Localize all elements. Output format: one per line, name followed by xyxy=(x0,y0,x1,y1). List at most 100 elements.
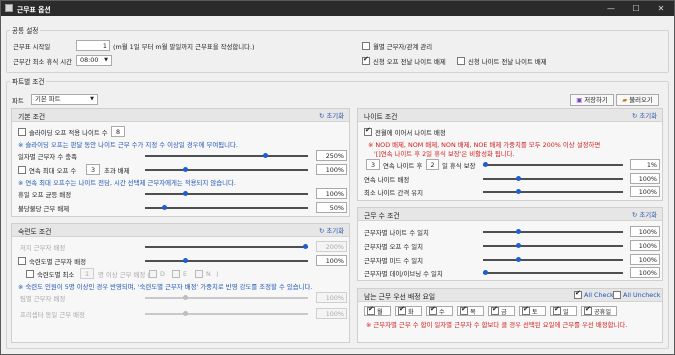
preceptor-value[interactable]: 100% xyxy=(316,308,347,319)
consec-night-value[interactable]: 100% xyxy=(630,173,660,184)
slider-thumb[interactable] xyxy=(516,176,521,181)
prev-night-night-checkbox[interactable] xyxy=(457,57,465,65)
guarantee-value[interactable]: 1% xyxy=(630,159,660,170)
newbie-assign-value[interactable]: 100% xyxy=(316,292,347,303)
skilled-min-checkbox[interactable] xyxy=(26,270,34,278)
slider-thumb[interactable] xyxy=(303,244,308,249)
monthly-manage-checkbox[interactable] xyxy=(362,42,370,50)
mon-checkbox[interactable] xyxy=(367,305,375,315)
day-chip-sun[interactable]: 일 xyxy=(550,305,577,316)
skilled-assign-slider[interactable] xyxy=(145,258,308,263)
preceptor-slider[interactable] xyxy=(145,311,308,316)
work-reset-button[interactable]: ↻ 초기화 xyxy=(632,210,657,219)
consec-off-slider[interactable] xyxy=(145,167,308,172)
slider-thumb[interactable] xyxy=(183,295,188,300)
prev-off-night-checkbox[interactable] xyxy=(362,55,370,65)
sliding-off-input[interactable]: 8 xyxy=(111,126,125,137)
prev-month-night-checkbox[interactable] xyxy=(364,126,372,136)
slider-thumb[interactable] xyxy=(516,189,521,194)
skill-title: 숙련도 조건 xyxy=(18,228,52,236)
skill-e-checkbox[interactable] xyxy=(172,270,180,278)
all-uncheck-button[interactable]: All Uncheck xyxy=(613,291,660,299)
work-count-panel: 근무 수 조건 ↻ 초기화 근무자별 나이트 수 일치 100% 근무자별 오프… xyxy=(357,207,663,281)
slider-thumb[interactable] xyxy=(263,153,268,158)
slider-thumb[interactable] xyxy=(183,167,188,172)
slider-thumb[interactable] xyxy=(183,191,188,196)
daily-staff-value[interactable]: 250% xyxy=(316,150,347,161)
sliding-off-label: 슬라이딩 오프 적용 나이트 수 xyxy=(29,129,108,137)
guarantee-days-input[interactable]: 2 xyxy=(426,159,439,170)
close-icon[interactable]: ✕ xyxy=(651,2,671,15)
minimize-icon[interactable]: — xyxy=(601,2,621,15)
skilled-assign-checkbox[interactable] xyxy=(18,257,26,265)
thu-checkbox[interactable] xyxy=(460,305,468,315)
consec-off-input[interactable]: 3 xyxy=(86,164,100,175)
slider-thumb[interactable] xyxy=(516,243,521,248)
holiday-checkbox[interactable] xyxy=(584,305,592,315)
rest-time-select[interactable]: 08:00 ▼ xyxy=(76,55,112,66)
skilled-assign-value[interactable]: 100% xyxy=(316,255,347,266)
slider-thumb[interactable] xyxy=(183,258,188,263)
skill-header: 숙련도 조건 ↻ 초기화 xyxy=(12,224,349,237)
fri-checkbox[interactable] xyxy=(491,305,499,315)
load-button[interactable]: ▰ 불러오기 xyxy=(616,94,659,106)
day-chip-holiday[interactable]: 공휴일 xyxy=(581,305,617,316)
holiday-off-value[interactable]: 100% xyxy=(316,188,347,199)
night-interval-slider[interactable] xyxy=(483,189,623,194)
slider-thumb[interactable] xyxy=(483,270,488,275)
mid-count-slider[interactable] xyxy=(483,257,623,262)
guarantee-count-input[interactable]: 3 xyxy=(366,159,380,170)
staff-assign-value[interactable]: 200% xyxy=(316,241,347,252)
wed-checkbox[interactable] xyxy=(429,305,437,315)
mid-count-value[interactable]: 100% xyxy=(630,254,660,265)
all-check-button[interactable]: All Check xyxy=(574,289,614,299)
skill-n-checkbox[interactable] xyxy=(195,270,203,278)
slider-thumb[interactable] xyxy=(516,229,521,234)
maximize-icon[interactable]: ☐ xyxy=(626,2,646,15)
night-count-slider[interactable] xyxy=(483,229,623,234)
sat-checkbox[interactable] xyxy=(522,305,530,315)
basic-reset-button[interactable]: ↻ 초기화 xyxy=(319,111,344,120)
slider-thumb[interactable] xyxy=(516,257,521,262)
start-day-input[interactable]: 1 xyxy=(76,40,110,51)
holiday-off-slider[interactable] xyxy=(145,191,308,196)
sun-checkbox[interactable] xyxy=(553,305,561,315)
reset-icon: ↻ xyxy=(318,227,325,235)
day-chip-wed[interactable]: 수 xyxy=(426,305,453,316)
guarantee-slider[interactable] xyxy=(483,162,623,167)
sliding-off-checkbox[interactable] xyxy=(18,128,26,136)
slider-thumb[interactable] xyxy=(162,205,167,210)
weekend-slider[interactable] xyxy=(145,205,308,210)
day-chip-thu[interactable]: 목 xyxy=(457,305,484,316)
day-chip-tue[interactable]: 화 xyxy=(395,305,422,316)
consec-night-label: 연속 나이트 배정 xyxy=(364,176,410,184)
part-select[interactable]: 기본 파트 ▼ xyxy=(31,94,98,105)
skill-reset-button[interactable]: ↻ 초기화 xyxy=(319,226,344,235)
night-reset-button[interactable]: ↻ 초기화 xyxy=(632,111,657,120)
skill-e-label: E xyxy=(183,270,188,278)
off-count-value[interactable]: 100% xyxy=(630,240,660,251)
day-chip-mon[interactable]: 월 xyxy=(364,305,391,316)
skilled-min-input[interactable]: 1 xyxy=(80,268,94,279)
day-count-slider[interactable] xyxy=(483,270,623,275)
day-chip-sat[interactable]: 토 xyxy=(519,305,546,316)
night-interval-value[interactable]: 100% xyxy=(630,186,660,197)
staff-assign-slider[interactable] xyxy=(145,244,308,249)
save-button[interactable]: ▣ 저장하기 xyxy=(570,94,614,106)
slider-thumb[interactable] xyxy=(483,162,488,167)
weekend-value[interactable]: 50% xyxy=(316,202,347,213)
consec-off-checkbox[interactable] xyxy=(18,166,26,174)
daily-staff-slider[interactable] xyxy=(145,153,308,158)
consec-night-slider[interactable] xyxy=(483,176,623,181)
slider-thumb[interactable] xyxy=(183,311,188,316)
skill-d-checkbox[interactable] xyxy=(149,270,157,278)
consec-off-value[interactable]: 100% xyxy=(316,164,347,175)
off-count-slider[interactable] xyxy=(483,243,623,248)
reset-icon: ↻ xyxy=(631,112,638,120)
guarantee-suffix: 일 휴식 보장 xyxy=(442,162,476,170)
day-chip-fri[interactable]: 금 xyxy=(488,305,515,316)
night-count-value[interactable]: 100% xyxy=(630,226,660,237)
newbie-assign-slider[interactable] xyxy=(145,295,308,300)
tue-checkbox[interactable] xyxy=(398,305,406,315)
day-count-value[interactable]: 100% xyxy=(630,267,660,278)
